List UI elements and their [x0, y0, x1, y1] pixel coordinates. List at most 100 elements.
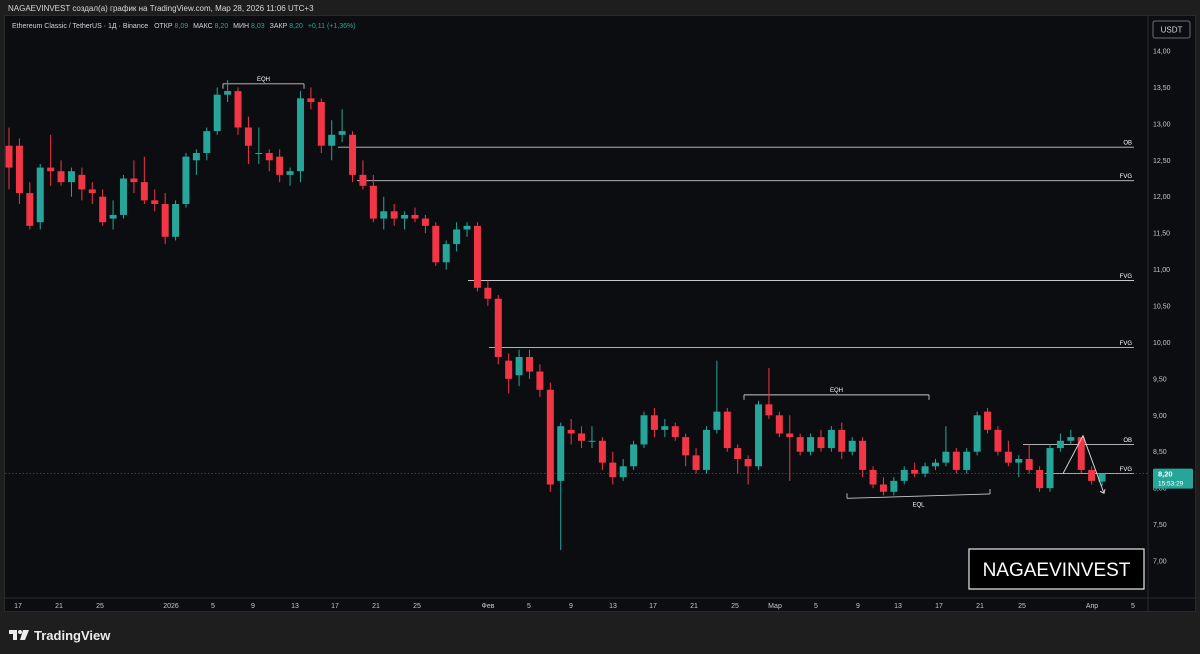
candle-body [26, 193, 34, 226]
candle-body [328, 134, 336, 146]
time-tick-label: 13 [291, 603, 299, 610]
candle-body [380, 211, 388, 219]
candle-body [807, 437, 815, 452]
time-tick-label: Апр [1086, 603, 1098, 610]
candle-body [1067, 437, 1075, 441]
candle-body [723, 411, 731, 449]
candle-body [775, 415, 783, 434]
candle-body [78, 174, 86, 190]
candle-body [817, 437, 825, 449]
legend-open-value: 8,09 [175, 23, 189, 30]
candle-body [994, 429, 1002, 452]
candlestick-chart[interactable]: Ethereum Classic / TetherUS · 1Д · Binan… [5, 16, 1195, 611]
candle [349, 131, 357, 183]
countdown-label: 15:53:29 [1158, 481, 1184, 488]
currency-button-label: USDT [1161, 26, 1183, 35]
candle [640, 411, 648, 449]
time-tick-label: 13 [894, 603, 902, 610]
svg-text:Ethereum Classic / TetherUS ·: Ethereum Classic / TetherUS · 1Д · Binan… [12, 23, 356, 30]
level-label: OB [1123, 438, 1132, 444]
candle-body [900, 469, 908, 481]
candle [1036, 466, 1044, 492]
candle-body [442, 244, 450, 263]
candle-body [15, 145, 23, 194]
chart-frame[interactable]: Ethereum Classic / TetherUS · 1Д · Binan… [4, 15, 1196, 612]
watermark-text: NAGAEVINVEST [983, 560, 1131, 581]
candle-body [463, 225, 471, 230]
marker-label: EQL [912, 502, 925, 508]
candle-body [921, 466, 929, 474]
candle [296, 91, 304, 183]
legend-open-label: ОТКР [154, 23, 173, 30]
candle-body [296, 98, 304, 172]
candle [546, 382, 554, 492]
candle-body [827, 429, 835, 449]
level-label: FVG [1120, 341, 1133, 347]
price-tick-label: 12,50 [1153, 158, 1171, 165]
candle-body [661, 426, 669, 430]
candle [473, 222, 481, 292]
price-tick-label: 7,00 [1153, 559, 1167, 566]
candle-body [359, 174, 367, 186]
candle-body [286, 171, 294, 175]
time-tick-label: 9 [569, 603, 573, 610]
legend-close-label: ЗАКР [270, 23, 288, 30]
price-tick-label: 13,00 [1153, 121, 1171, 128]
time-tick-label: 13 [609, 603, 617, 610]
price-tick-label: 7,50 [1153, 522, 1167, 529]
price-tick-label: 11,50 [1153, 231, 1170, 238]
time-tick-label: 5 [1131, 603, 1135, 610]
candle-body [36, 167, 44, 223]
candle-body [172, 204, 180, 237]
candle-body [151, 200, 159, 204]
candle-body [650, 415, 658, 430]
candle-body [1077, 437, 1085, 470]
candle-body [671, 426, 679, 438]
candle [755, 400, 763, 470]
current-price-tag: 8,20 15:53:29 [1153, 468, 1193, 489]
candle [963, 448, 971, 474]
candle-body [88, 189, 96, 194]
candle-body [224, 91, 232, 95]
candle [182, 153, 190, 208]
legend-close-value: 8,20 [289, 23, 303, 30]
candle-body [57, 171, 65, 183]
candle-body [755, 404, 763, 467]
candle-body [67, 171, 75, 183]
candle [775, 411, 783, 438]
level-label: FVG [1120, 467, 1133, 473]
candle-body [588, 440, 596, 442]
current-price-label: 8,20 [1158, 470, 1173, 479]
candle-body [401, 214, 409, 219]
candle-body [505, 360, 513, 379]
candle-body [536, 371, 544, 390]
candle-body [1015, 459, 1023, 463]
candle-body [713, 411, 721, 430]
candle-body [838, 429, 846, 452]
candle-body [734, 448, 742, 459]
marker-label: EQH [830, 388, 843, 394]
candle-body [1088, 469, 1096, 481]
candle-body [578, 433, 586, 441]
time-tick-label: 5 [527, 603, 531, 610]
currency-button[interactable]: USDT [1152, 20, 1191, 39]
candle-body [786, 433, 794, 438]
legend-low-value: 8,03 [251, 23, 265, 30]
candle-body [609, 462, 617, 478]
candle-body [973, 415, 981, 452]
candle-body [192, 153, 200, 161]
candle [172, 200, 180, 241]
candle-body [161, 204, 169, 237]
candle-body [390, 211, 398, 219]
candle-body [140, 182, 148, 201]
candle [1046, 444, 1054, 492]
time-tick-label: 21 [690, 603, 698, 610]
tradingview-logo-icon [9, 630, 29, 640]
candle-body [369, 185, 377, 219]
price-tick-label: 12,00 [1153, 194, 1171, 201]
price-tick-label: 10,50 [1153, 304, 1171, 311]
footer[interactable]: TradingView [8, 625, 110, 645]
candle [702, 426, 710, 474]
price-tick-label: 9,00 [1153, 413, 1167, 420]
candle-body [848, 440, 856, 452]
